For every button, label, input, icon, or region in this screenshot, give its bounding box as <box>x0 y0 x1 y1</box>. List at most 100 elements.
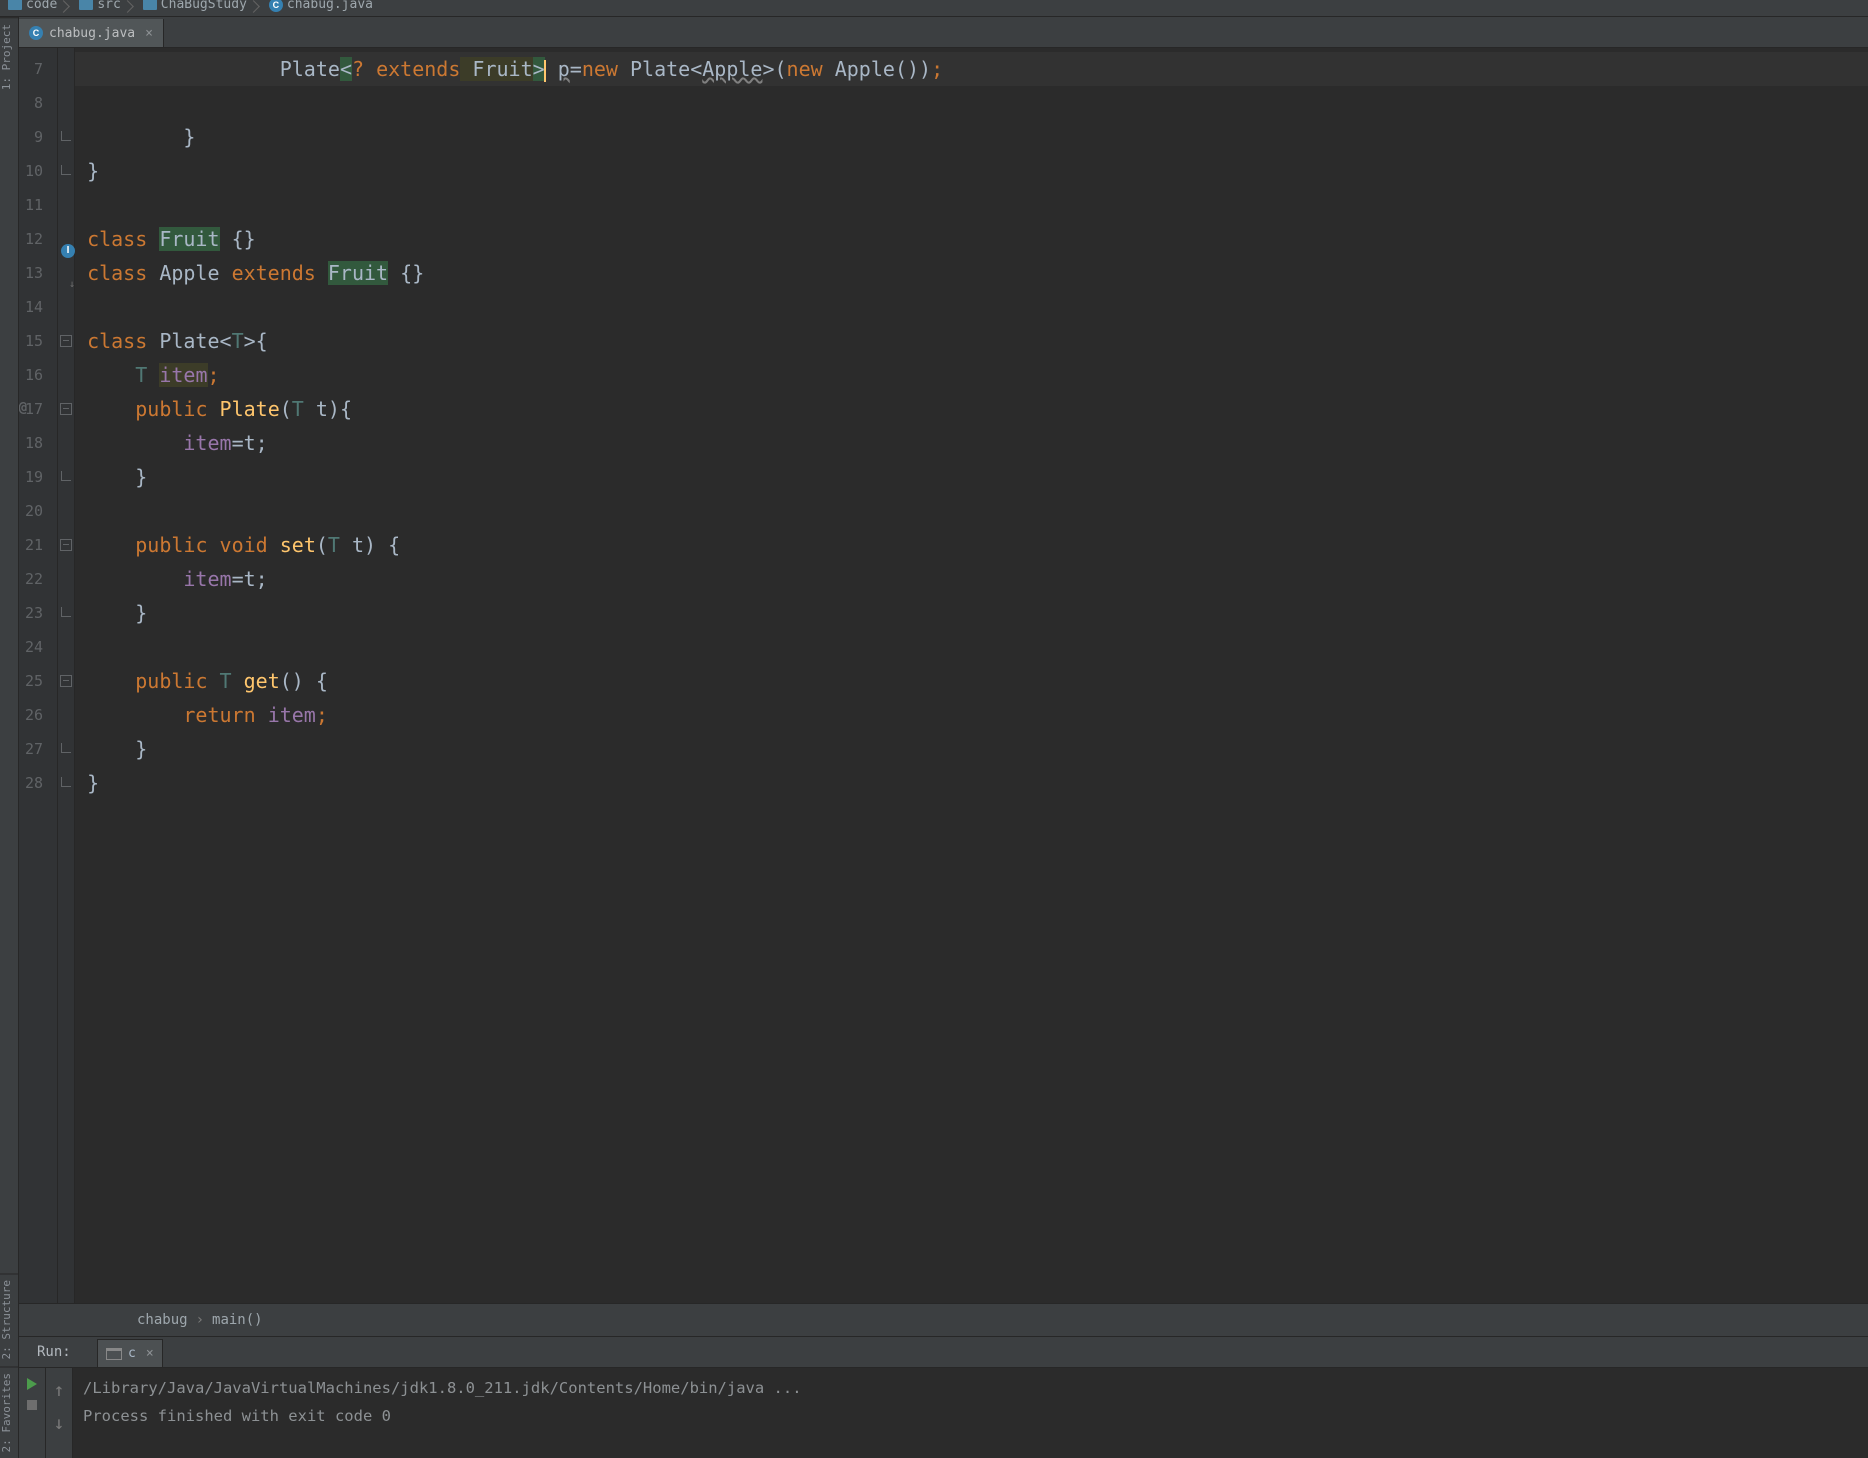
fold-gutter[interactable] <box>58 48 75 1303</box>
code-line[interactable] <box>75 494 1868 528</box>
fold-end-icon <box>61 607 71 617</box>
code-line[interactable]: } <box>75 732 1868 766</box>
fold-end-icon <box>61 743 71 753</box>
toolwindow-structure-button[interactable]: 2: Structure <box>0 1273 18 1365</box>
fold-marker[interactable] <box>58 460 74 494</box>
run-toolbar <box>19 1368 46 1458</box>
fold-toggle-icon[interactable] <box>60 539 72 551</box>
fold-marker[interactable] <box>58 766 74 800</box>
code-line[interactable]: } <box>75 766 1868 800</box>
code-line[interactable] <box>75 86 1868 120</box>
editor-tab[interactable]: chabug.java × <box>19 19 164 47</box>
line-number[interactable]: 12I↓ <box>19 222 57 256</box>
line-number[interactable]: 13 <box>19 256 57 290</box>
context-class[interactable]: chabug <box>137 1312 188 1328</box>
fold-marker <box>58 698 74 732</box>
line-number[interactable]: 20 <box>19 494 57 528</box>
code-line[interactable]: class Fruit {} <box>75 222 1868 256</box>
java-class-icon <box>29 26 43 40</box>
code-line[interactable] <box>75 188 1868 222</box>
line-number[interactable]: 11 <box>19 188 57 222</box>
rerun-button[interactable] <box>27 1378 37 1390</box>
line-number[interactable]: 23 <box>19 596 57 630</box>
code-editor[interactable]: 789101112I↓1314151617@181920212223242526… <box>19 48 1868 1303</box>
code-line[interactable]: public Plate(T t){ <box>75 392 1868 426</box>
code-line[interactable]: class Apple extends Fruit {} <box>75 256 1868 290</box>
fold-toggle-icon[interactable] <box>60 403 72 415</box>
fold-marker[interactable] <box>58 392 74 426</box>
line-number[interactable]: 19 <box>19 460 57 494</box>
stop-button[interactable] <box>27 1400 37 1410</box>
breadcrumb-item[interactable]: src <box>79 0 120 12</box>
java-class-icon <box>269 0 283 12</box>
fold-marker <box>58 188 74 222</box>
line-number[interactable]: 17@ <box>19 392 57 426</box>
line-number[interactable]: 27 <box>19 732 57 766</box>
fold-marker[interactable] <box>58 596 74 630</box>
line-number[interactable]: 7 <box>19 52 57 86</box>
breadcrumb-separator-icon <box>253 0 263 12</box>
fold-toggle-icon[interactable] <box>60 335 72 347</box>
breadcrumb-item[interactable]: chabug.java <box>269 0 373 12</box>
line-number[interactable]: 22 <box>19 562 57 596</box>
code-line[interactable]: class Plate<T>{ <box>75 324 1868 358</box>
toolwindow-project-button[interactable]: 1: Project <box>0 17 18 96</box>
code-line[interactable]: public void set(T t) { <box>75 528 1868 562</box>
line-number[interactable]: 8 <box>19 86 57 120</box>
fold-toggle-icon[interactable] <box>60 675 72 687</box>
fold-marker[interactable] <box>58 664 74 698</box>
code-line[interactable]: Plate<? extends Fruit> p=new Plate<Apple… <box>75 52 1868 86</box>
override-gutter-icon[interactable]: @ <box>19 401 27 415</box>
code-line[interactable]: item=t; <box>75 562 1868 596</box>
code-line[interactable]: } <box>75 596 1868 630</box>
fold-marker[interactable] <box>58 732 74 766</box>
code-line[interactable]: T item; <box>75 358 1868 392</box>
folder-icon <box>79 0 93 10</box>
fold-marker <box>58 426 74 460</box>
breadcrumb-item[interactable]: code <box>8 0 57 12</box>
line-number-gutter[interactable]: 789101112I↓1314151617@181920212223242526… <box>19 48 58 1303</box>
line-number[interactable]: 25 <box>19 664 57 698</box>
fold-marker[interactable] <box>58 120 74 154</box>
fold-marker <box>58 630 74 664</box>
fold-marker[interactable] <box>58 324 74 358</box>
fold-marker <box>58 52 74 86</box>
line-number[interactable]: 26 <box>19 698 57 732</box>
breadcrumb-item[interactable]: ChaBugStudy <box>143 0 247 12</box>
console-line: Process finished with exit code 0 <box>83 1402 1858 1430</box>
context-method[interactable]: main() <box>212 1312 263 1328</box>
scroll-up-button[interactable] <box>54 1380 65 1401</box>
code-line[interactable]: } <box>75 154 1868 188</box>
scroll-down-button[interactable] <box>54 1413 65 1434</box>
line-number[interactable]: 14 <box>19 290 57 324</box>
line-number[interactable]: 16 <box>19 358 57 392</box>
fold-end-icon <box>61 165 71 175</box>
run-console-output[interactable]: /Library/Java/JavaVirtualMachines/jdk1.8… <box>73 1368 1868 1458</box>
code-line[interactable]: item=t; <box>75 426 1868 460</box>
fold-marker[interactable] <box>58 154 74 188</box>
line-number[interactable]: 28 <box>19 766 57 800</box>
code-line[interactable]: } <box>75 120 1868 154</box>
line-number[interactable]: 21 <box>19 528 57 562</box>
run-tab[interactable]: c × <box>97 1339 163 1367</box>
close-icon[interactable]: × <box>146 1346 154 1361</box>
fold-marker <box>58 86 74 120</box>
line-number[interactable]: 18 <box>19 426 57 460</box>
close-icon[interactable]: × <box>145 26 153 41</box>
code-line[interactable]: public T get() { <box>75 664 1868 698</box>
code-line[interactable] <box>75 290 1868 324</box>
editor-tab-bar: chabug.java × <box>19 17 1868 48</box>
code-line[interactable]: } <box>75 460 1868 494</box>
line-number[interactable]: 15 <box>19 324 57 358</box>
fold-marker[interactable] <box>58 528 74 562</box>
code-line[interactable]: return item; <box>75 698 1868 732</box>
fold-marker <box>58 358 74 392</box>
line-number[interactable]: 24 <box>19 630 57 664</box>
code-line[interactable] <box>75 630 1868 664</box>
fold-marker <box>58 222 74 256</box>
line-number[interactable]: 10 <box>19 154 57 188</box>
code-area[interactable]: Plate<? extends Fruit> p=new Plate<Apple… <box>75 48 1868 1303</box>
line-number[interactable]: 9 <box>19 120 57 154</box>
toolwindow-favorites-button[interactable]: 2: Favorites <box>0 1366 18 1458</box>
run-tab-label: c <box>128 1346 136 1361</box>
